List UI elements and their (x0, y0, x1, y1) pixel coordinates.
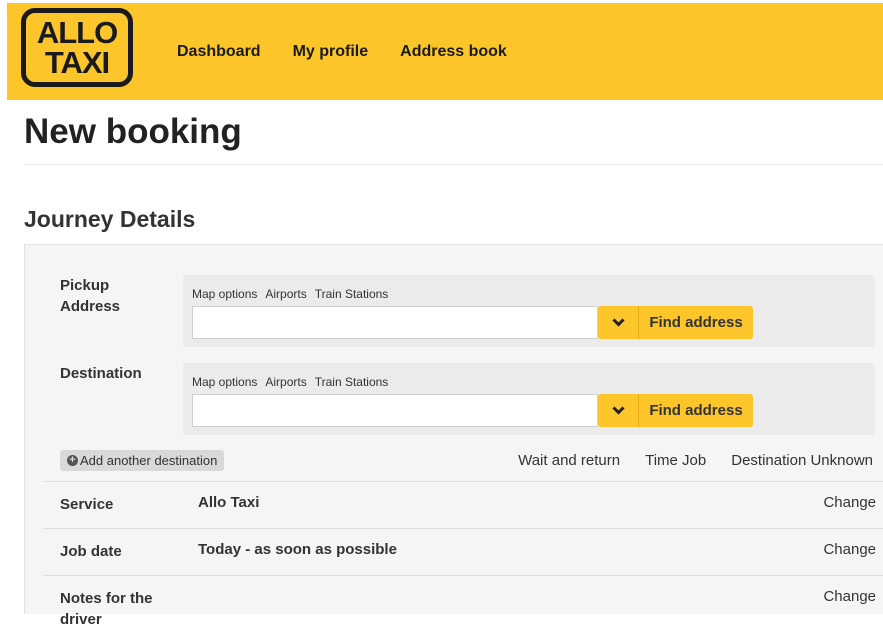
main-nav: Dashboard My profile Address book (177, 43, 507, 61)
pickup-label-line-1: Pickup (60, 277, 110, 294)
destination-find-address-button[interactable]: Find address (638, 394, 753, 427)
journey-options: Wait and return Time Job Destination Unk… (518, 452, 873, 469)
destination-train-stations-link[interactable]: Train Stations (315, 375, 389, 389)
pickup-airports-link[interactable]: Airports (265, 287, 306, 301)
destination-dropdown-button[interactable] (598, 394, 638, 427)
logo-line-2: TAXI (44, 44, 110, 80)
section-title-journey-details: Journey Details (24, 206, 196, 232)
chevron-down-icon (611, 318, 625, 327)
job-date-value: Today - as soon as possible (198, 541, 397, 558)
pickup-address-links: Map options Airports Train Stations (192, 287, 388, 301)
page-title: New booking (24, 112, 242, 151)
notes-change-link[interactable]: Change (823, 588, 876, 605)
allo-taxi-logo[interactable]: ALLO TAXI (21, 8, 133, 87)
destination-address-block: Map options Airports Train Stations Find… (183, 363, 875, 435)
add-destination-button[interactable]: + Add another destination (60, 450, 225, 471)
pickup-find-address-button[interactable]: Find address (638, 306, 753, 339)
pickup-address-block: Map options Airports Train Stations Find… (183, 275, 875, 347)
nav-address-book[interactable]: Address book (400, 43, 507, 61)
wait-and-return-option[interactable]: Wait and return (518, 452, 620, 469)
service-value: Allo Taxi (198, 494, 260, 511)
chevron-down-icon (611, 406, 625, 415)
destination-unknown-option[interactable]: Destination Unknown (731, 452, 873, 469)
title-divider (24, 164, 883, 165)
pickup-train-stations-link[interactable]: Train Stations (315, 287, 389, 301)
destination-label: Destination (60, 365, 142, 382)
nav-dashboard[interactable]: Dashboard (177, 43, 261, 61)
job-date-change-link[interactable]: Change (823, 541, 876, 558)
destination-address-input[interactable] (192, 394, 598, 427)
notes-label: Notes for the driver (60, 590, 153, 628)
pickup-label-line-2: Address (60, 298, 121, 315)
service-change-link[interactable]: Change (823, 494, 876, 511)
service-label: Service (60, 496, 114, 513)
job-date-label: Job date (60, 543, 122, 560)
service-row: Service Allo Taxi Change (43, 481, 883, 529)
destination-airports-link[interactable]: Airports (265, 375, 306, 389)
pickup-dropdown-button[interactable] (598, 306, 638, 339)
pickup-label: Pickup Address (60, 275, 120, 317)
pickup-address-input[interactable] (192, 306, 598, 339)
time-job-option[interactable]: Time Job (645, 452, 706, 469)
notes-row: Notes for the driver Change (43, 575, 883, 628)
add-destination-label: Add another destination (80, 453, 218, 468)
pickup-map-options-link[interactable]: Map options (192, 287, 257, 301)
job-date-row: Job date Today - as soon as possible Cha… (43, 528, 883, 576)
logo-line-1: ALLO (36, 14, 118, 50)
plus-circle-icon: + (67, 455, 78, 466)
destination-map-options-link[interactable]: Map options (192, 375, 257, 389)
destination-address-links: Map options Airports Train Stations (192, 375, 388, 389)
journey-details-panel: Pickup Address Map options Airports Trai… (24, 244, 883, 628)
top-header: ALLO TAXI Dashboard My profile Address b… (7, 3, 883, 100)
nav-my-profile[interactable]: My profile (293, 43, 369, 61)
